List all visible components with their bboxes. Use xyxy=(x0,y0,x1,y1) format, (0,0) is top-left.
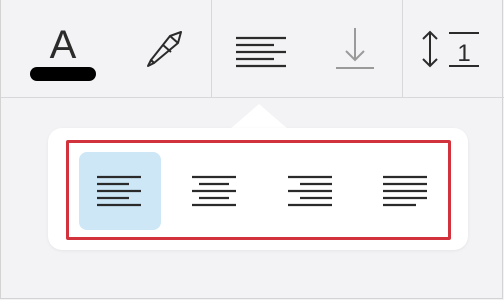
window-frame xyxy=(0,0,503,299)
